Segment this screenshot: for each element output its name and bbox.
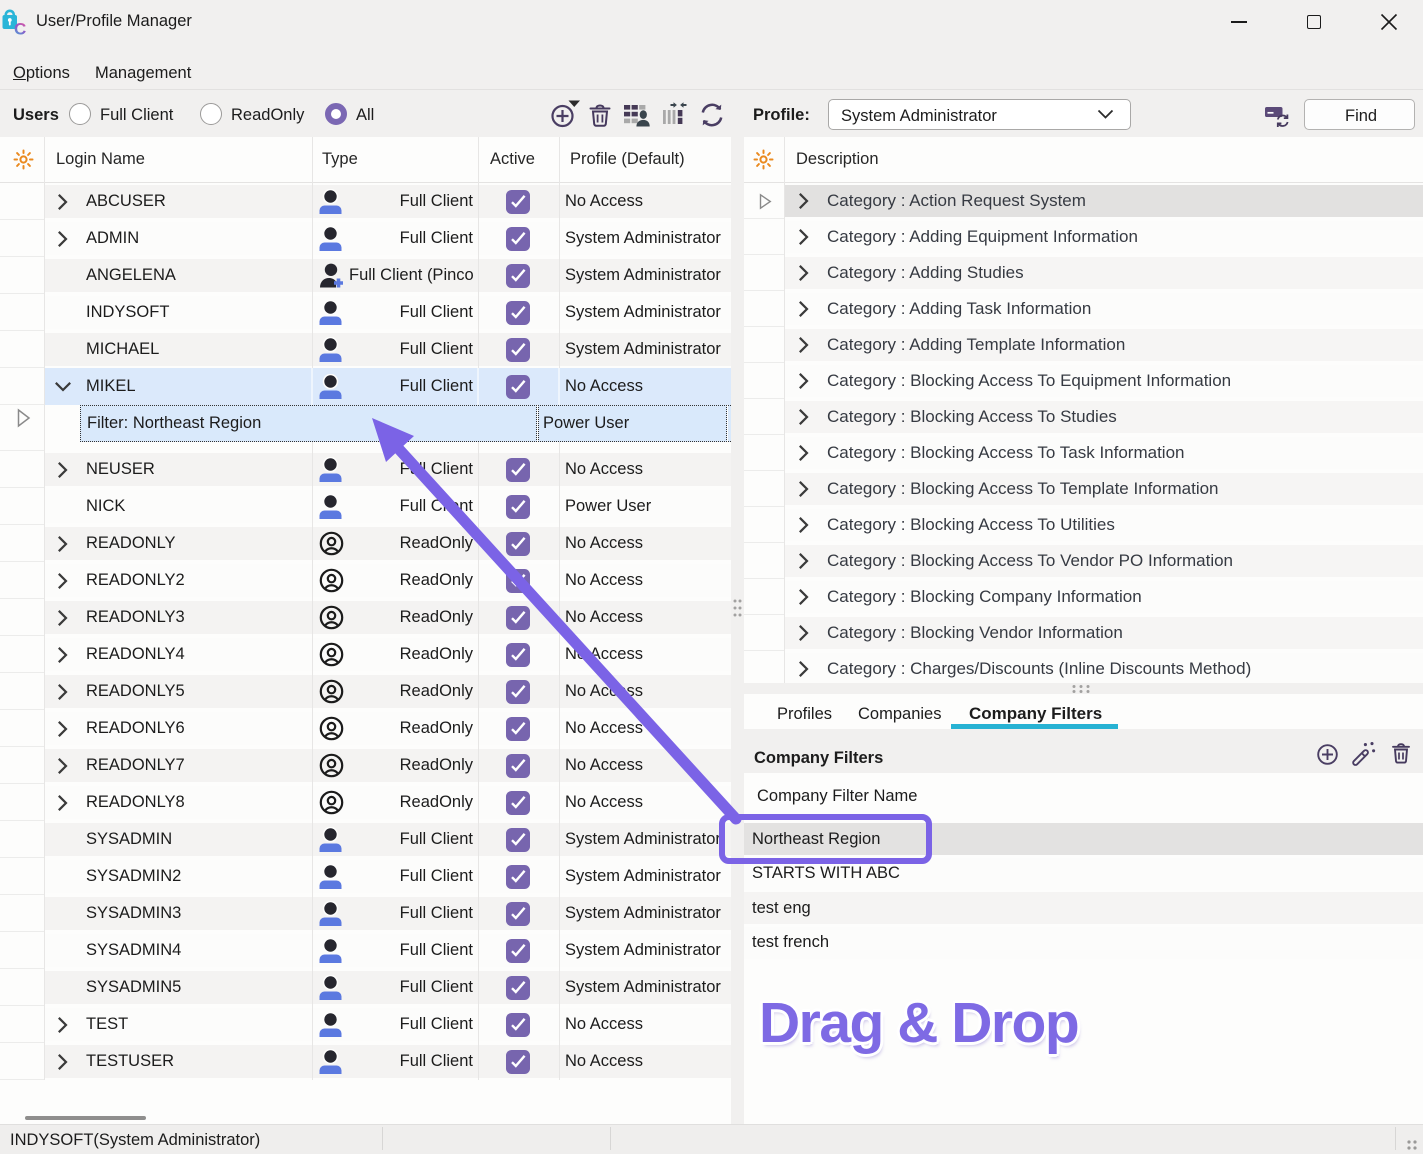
svg-text:C: C <box>14 20 26 37</box>
